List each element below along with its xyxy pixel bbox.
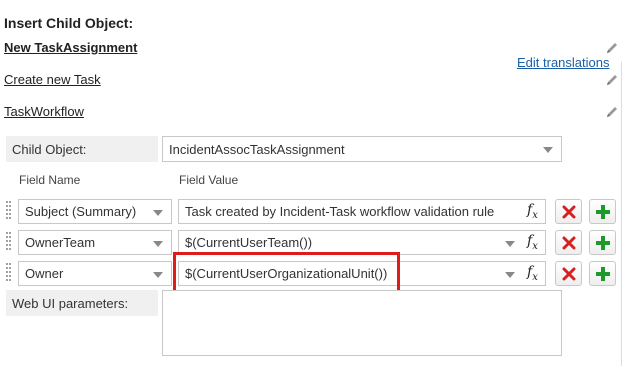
web-ui-parameters-label: Web UI parameters: [6, 290, 158, 316]
add-row-button[interactable] [589, 261, 616, 286]
red-x-icon [562, 267, 575, 280]
field-name-select[interactable]: Owner [18, 261, 172, 286]
drag-handle-icon[interactable] [6, 262, 11, 284]
chevron-down-icon [153, 271, 163, 278]
child-object-select[interactable]: IncidentAssocTaskAssignment [162, 136, 562, 162]
section-title: Insert Child Object: [4, 15, 134, 31]
chevron-down-icon [505, 271, 515, 278]
pencil-icon[interactable] [604, 72, 620, 88]
field-name-select[interactable]: Subject (Summary) [18, 199, 172, 224]
fx-icon[interactable]: fx [527, 233, 538, 252]
green-plus-icon [595, 204, 610, 219]
link-create-new-task[interactable]: Create new Task [4, 72, 101, 87]
fx-icon[interactable]: fx [527, 202, 538, 221]
edit-translations-link[interactable]: Edit translations [517, 55, 610, 70]
child-object-label: Child Object: [6, 136, 158, 162]
delete-row-button[interactable] [555, 230, 582, 255]
green-plus-icon [595, 235, 610, 250]
red-x-icon [562, 205, 575, 218]
column-header-field-name: Field Name [19, 173, 81, 187]
field-name-select[interactable]: OwnerTeam [18, 230, 172, 255]
drag-handle-icon[interactable] [6, 231, 11, 253]
green-plus-icon [595, 266, 610, 281]
web-ui-parameters-textarea[interactable] [162, 290, 562, 356]
field-value-text: $(CurrentUserTeam()) [185, 235, 313, 250]
child-object-value: IncidentAssocTaskAssignment [169, 141, 345, 157]
pencil-icon[interactable] [604, 104, 620, 120]
panel-border [621, 62, 622, 366]
highlight-box [173, 252, 400, 293]
column-header-field-value: Field Value [179, 173, 239, 187]
pencil-icon[interactable] [604, 40, 620, 56]
link-taskworkflow[interactable]: TaskWorkflow [4, 104, 84, 119]
add-row-button[interactable] [589, 199, 616, 224]
chevron-down-icon [153, 240, 163, 247]
chevron-down-icon [543, 147, 553, 153]
field-name-value: Owner [25, 266, 64, 281]
field-name-value: OwnerTeam [25, 235, 96, 250]
add-row-button[interactable] [589, 230, 616, 255]
field-value-text: Task created by Incident-Task workflow v… [185, 204, 495, 219]
field-name-value: Subject (Summary) [25, 204, 137, 219]
chevron-down-icon [505, 240, 515, 247]
delete-row-button[interactable] [555, 261, 582, 286]
red-x-icon [562, 236, 575, 249]
chevron-down-icon [153, 209, 163, 216]
delete-row-button[interactable] [555, 199, 582, 224]
fx-icon[interactable]: fx [527, 264, 538, 283]
link-new-taskassignment[interactable]: New TaskAssignment [4, 40, 137, 55]
drag-handle-icon[interactable] [6, 200, 11, 222]
field-value-input[interactable]: Task created by Incident-Task workflow v… [178, 199, 546, 224]
